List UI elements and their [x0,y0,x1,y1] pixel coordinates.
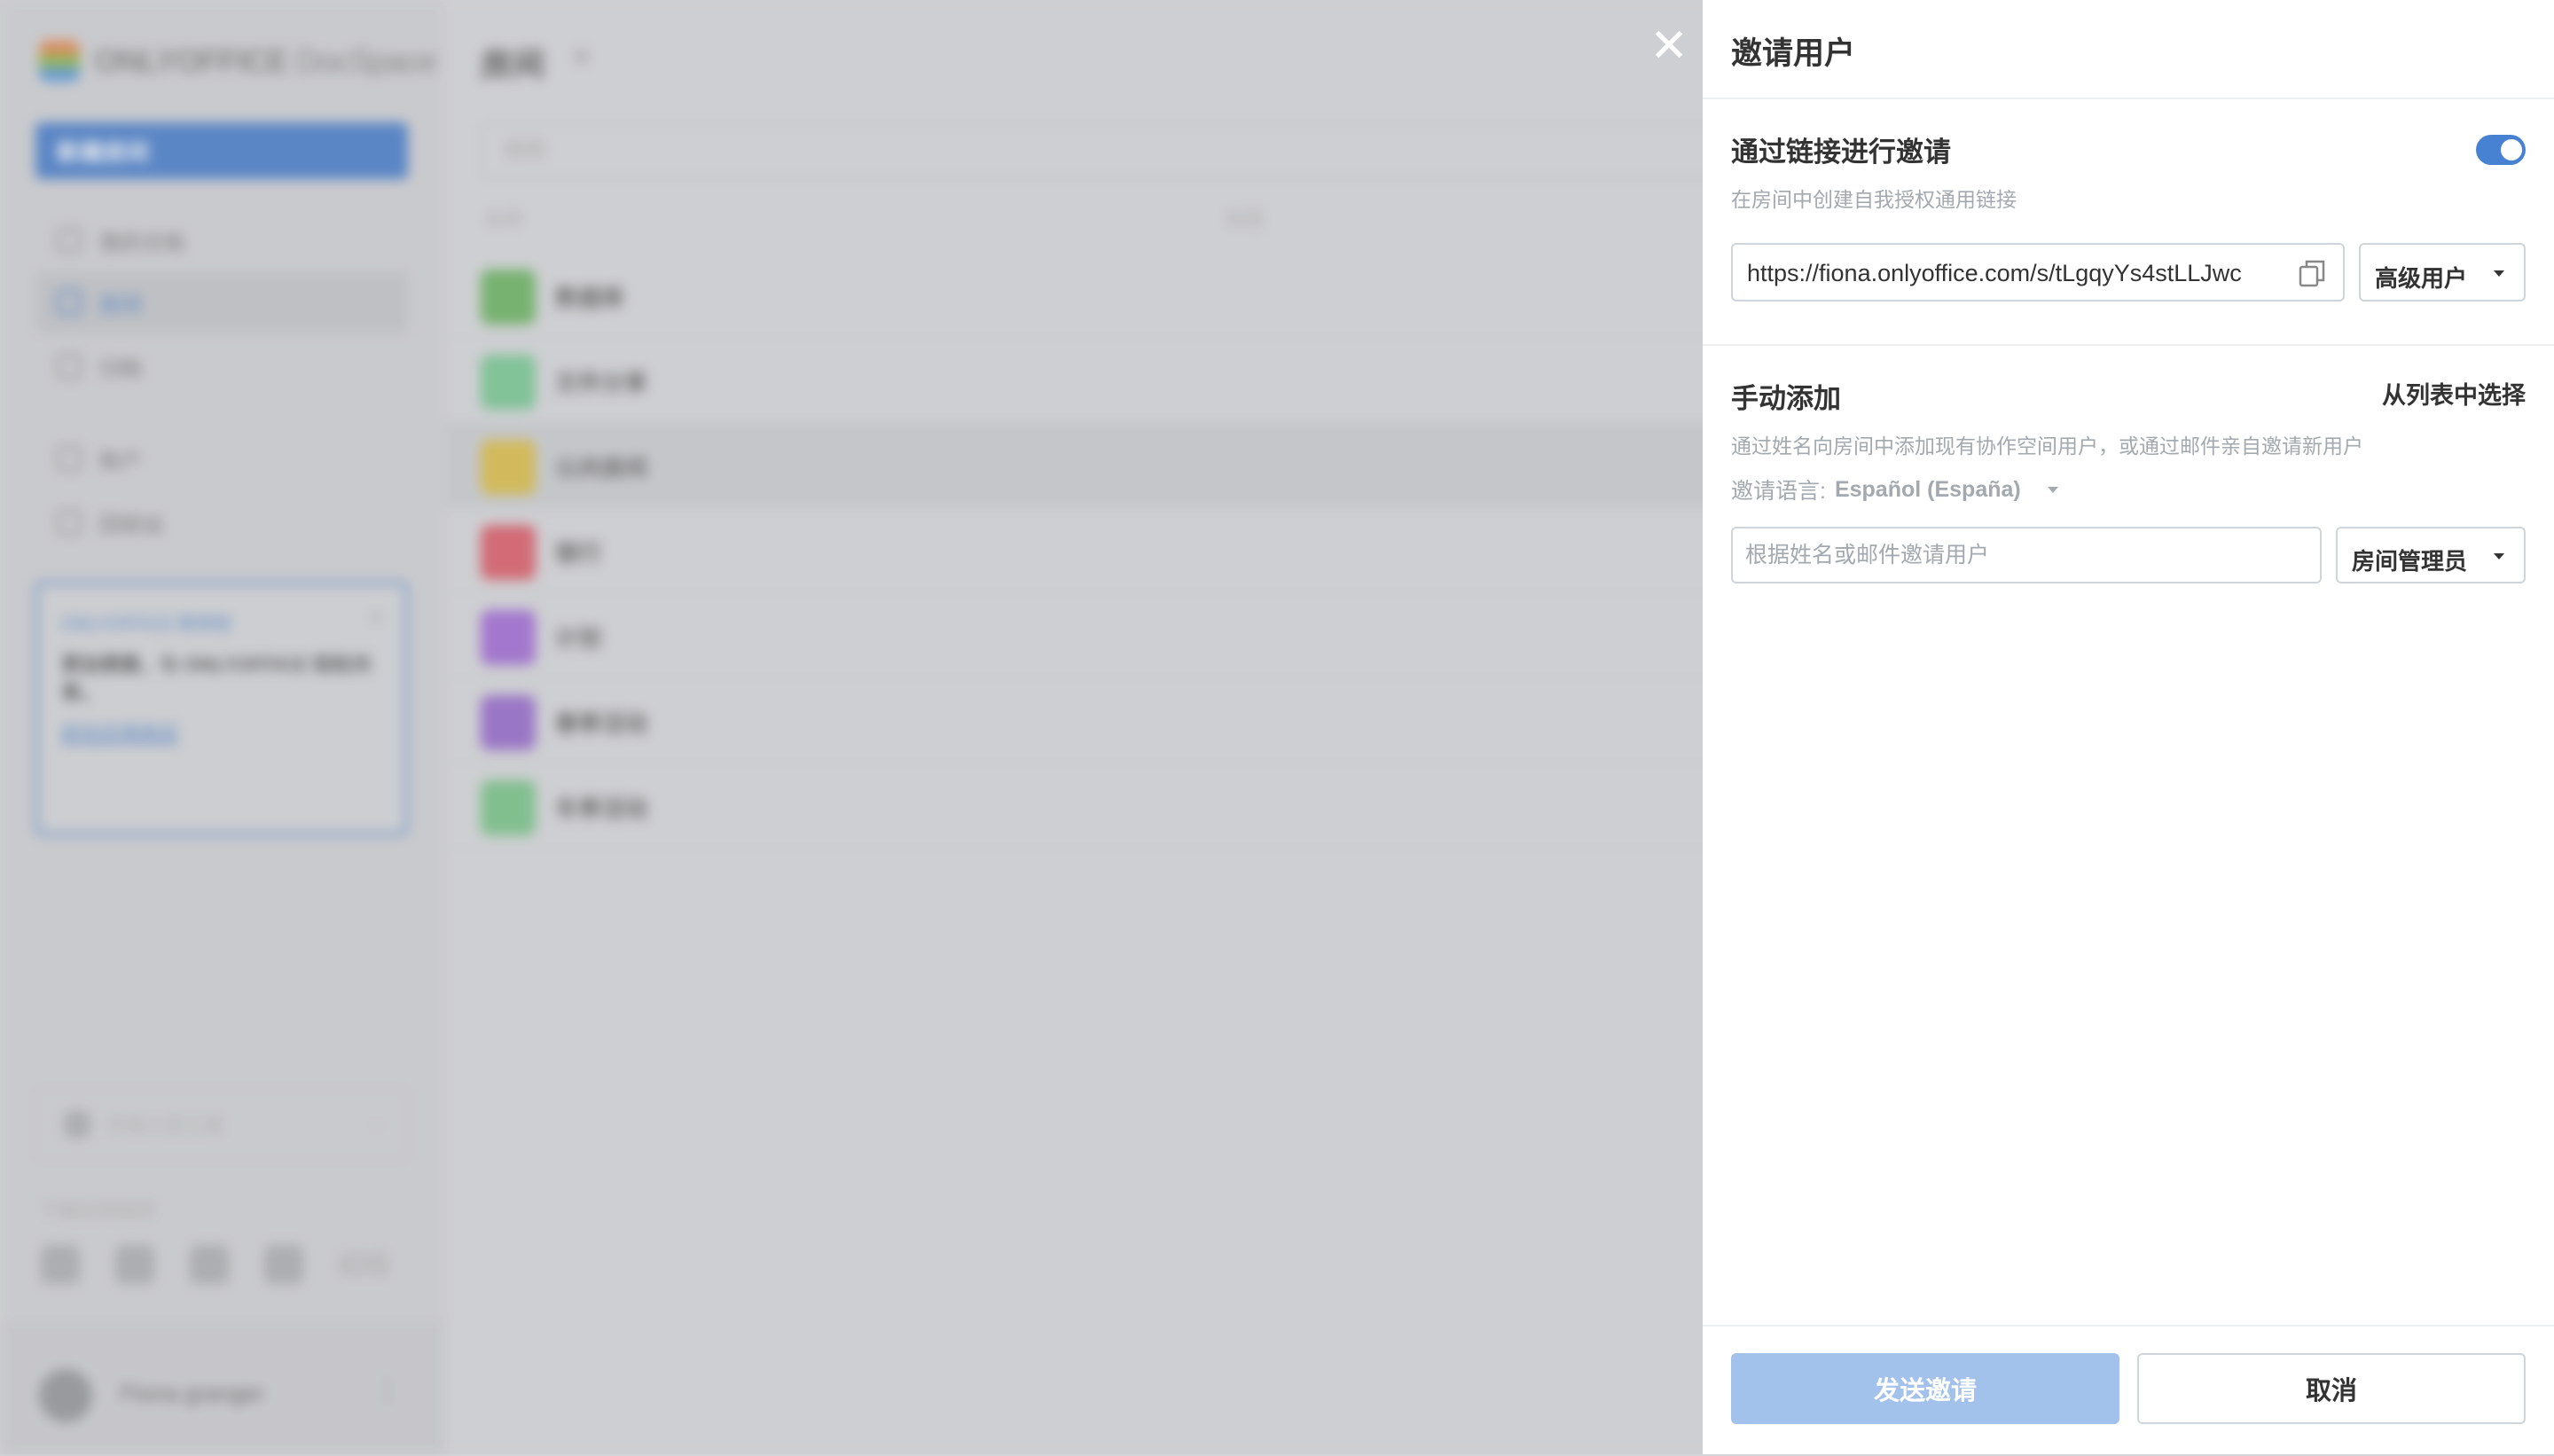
link-access-dropdown[interactable]: 高级用户 [2359,243,2526,301]
role-value: 房间管理员 [2352,548,2468,575]
role-dropdown[interactable]: 房间管理员 [2336,527,2526,583]
link-section-description: 在房间中创建自我授权通用链接 [1731,188,2017,211]
manual-section-title: 手动添加 [1731,383,1841,414]
invite-link-field[interactable]: https://fiona.onlyoffice.com/s/tLgqyYs4s… [1731,243,2345,301]
link-section-title: 通过链接进行邀请 [1731,137,1951,168]
invite-language-label: 邀请语言: [1731,479,1826,504]
section-divider [1703,344,2554,346]
chevron-down-icon [2494,270,2504,277]
close-icon[interactable]: ✕ [1649,23,1688,69]
invite-link-url[interactable]: https://fiona.onlyoffice.com/s/tLgqyYs4s… [1747,260,2242,287]
manual-section-description: 通过姓名向房间中添加现有协作空间用户，或通过邮件亲自邀请新用户 [1731,434,2363,458]
invite-users-panel: 邀请用户 通过链接进行邀请 在房间中创建自我授权通用链接 https://fio… [1703,0,2554,1454]
select-from-list-link[interactable]: 从列表中选择 [2382,376,2526,411]
send-invitation-button[interactable]: 发送邀请 [1731,1353,2119,1424]
modal-overlay[interactable] [0,0,1703,1454]
invite-language-row: 邀请语言: Español (España) [1731,474,2058,505]
invite-language-select[interactable]: Español (España) [1835,477,2021,503]
panel-header: 邀请用户 [1703,0,2554,99]
chevron-down-icon [2494,553,2504,560]
link-access-value: 高级用户 [2375,265,2468,292]
panel-title: 邀请用户 [1731,36,1856,71]
copy-icon[interactable] [2299,259,2325,287]
invite-link-toggle[interactable] [2476,135,2526,165]
cancel-button[interactable]: 取消 [2137,1353,2526,1424]
panel-footer: 发送邀请 取消 [1703,1325,2554,1456]
invite-user-search-input[interactable] [1731,527,2322,583]
chevron-down-icon[interactable] [2047,486,2058,493]
